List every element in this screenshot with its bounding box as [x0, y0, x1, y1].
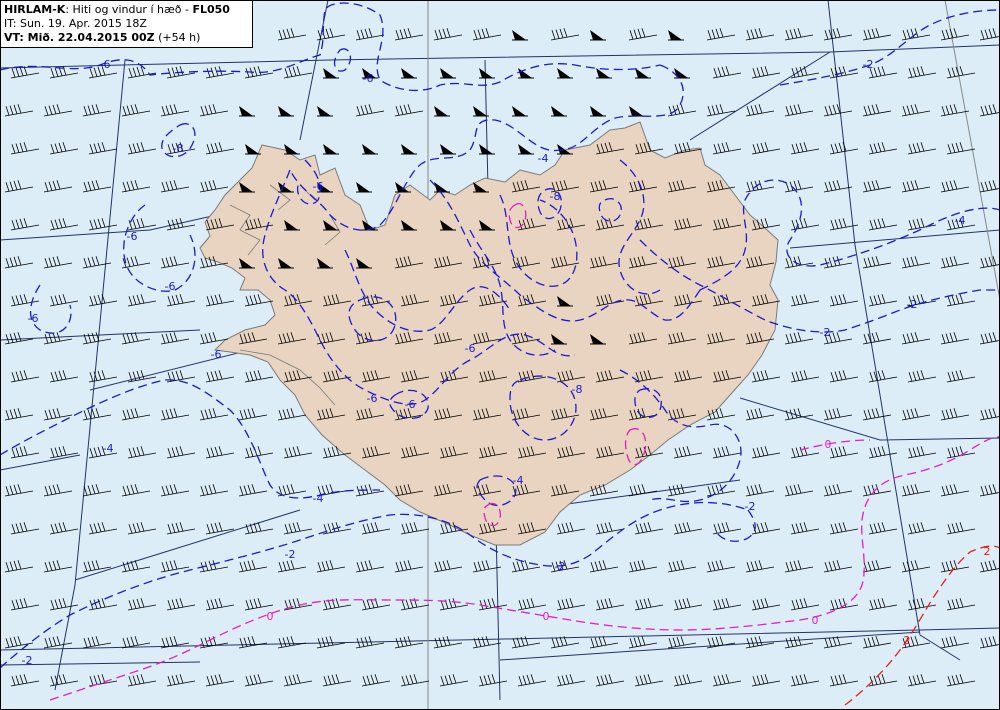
- valid-time-row: VT: Mið. 22.04.2015 00Z (+54 h): [4, 31, 249, 45]
- contour-label: -8: [572, 383, 583, 396]
- contour-label: -6: [313, 180, 324, 193]
- contour-label: -2: [863, 58, 874, 71]
- contour-label: -6: [100, 58, 111, 71]
- flight-level: FL050: [192, 3, 230, 16]
- contour-label: -4: [513, 474, 524, 487]
- contour-label: 0: [812, 614, 819, 627]
- contour-label: -6: [211, 348, 222, 361]
- contour-label: -4: [955, 214, 966, 227]
- contour-label: -4: [103, 442, 114, 455]
- weather-map: -6 -6 -8 -6 -6 -6 -6 -6 -6 -6 -6 -4 -4 -…: [0, 0, 1000, 710]
- contour-label: -2: [555, 560, 566, 573]
- forecast-offset: (+54 h): [154, 31, 201, 44]
- contour-label: 0: [825, 438, 832, 451]
- map-legend: HIRLAM-K: Hiti og vindur í hæð - FL050 I…: [0, 0, 253, 48]
- contour-label: -4: [313, 492, 324, 505]
- contour-label: -6: [363, 72, 374, 85]
- contour-label: -6: [405, 398, 416, 411]
- initial-time: IT: Sun. 19. Apr. 2015 18Z: [4, 17, 147, 30]
- legend-title-row: HIRLAM-K: Hiti og vindur í hæð - FL050: [4, 3, 249, 17]
- contour-label: 2: [984, 545, 991, 558]
- contour-label: 0: [267, 610, 274, 623]
- contour-label: -8: [550, 190, 561, 203]
- contour-label: -2: [745, 500, 756, 513]
- contour-label: -6: [465, 342, 476, 355]
- valid-time: VT: Mið. 22.04.2015 00Z: [4, 31, 155, 44]
- contour-label: -6: [165, 280, 176, 293]
- contour-label: 0: [543, 610, 550, 623]
- contour-label: -6: [127, 230, 138, 243]
- contour-label: -2: [820, 326, 831, 339]
- map-description: : Hiti og vindur í hæð -: [65, 3, 193, 16]
- contour-label: -6: [367, 392, 378, 405]
- contour-label: -2: [907, 298, 918, 311]
- contour-label: -6: [28, 312, 39, 325]
- contour-label: -2: [22, 654, 33, 667]
- contour-label: 2: [904, 634, 911, 647]
- model-name: HIRLAM-K: [4, 3, 66, 16]
- contour-label: -4: [538, 152, 549, 165]
- contour-label: -2: [285, 548, 296, 561]
- contour-label: -8: [173, 142, 184, 155]
